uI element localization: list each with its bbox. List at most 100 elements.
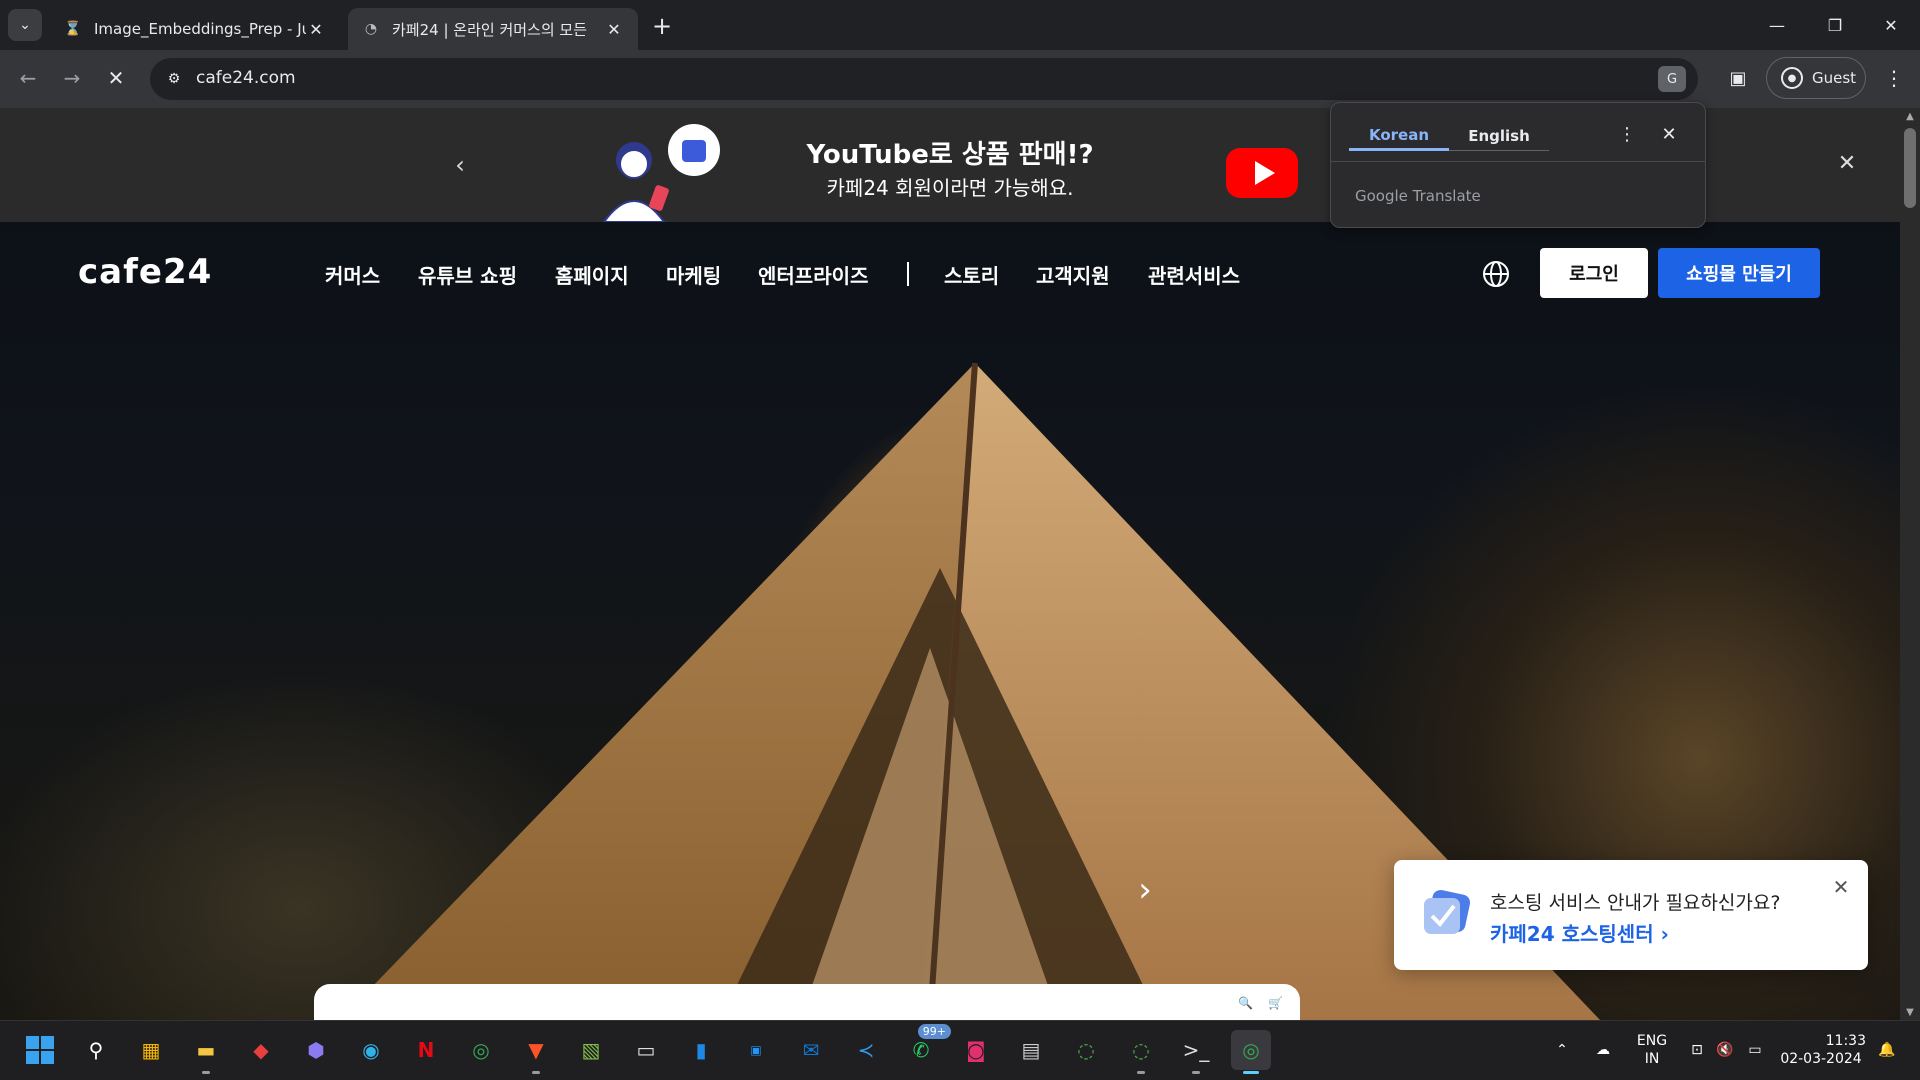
globe-icon[interactable] (1482, 260, 1510, 288)
chevron-down-icon: ⌄ (19, 17, 31, 33)
hosting-help-popup: 호스팅 서비스 안내가 필요하신가요? 카페24 호스팅센터 › ✕ (1394, 860, 1868, 970)
translate-target-tab[interactable]: English (1449, 121, 1549, 151)
app-window-icon[interactable]: ▤ (1011, 1030, 1051, 1070)
banner-title: YouTube로 상품 판매!? (806, 140, 1094, 170)
tab-strip: ⌄ ⌛ Image_Embeddings_Prep - Jupy ✕ ◔ 카페2… (0, 0, 1920, 50)
nav-youtube-shopping[interactable]: 유튜브 쇼핑 (418, 260, 517, 289)
brave-icon[interactable]: ▼ (516, 1030, 556, 1074)
chevron-right-icon[interactable]: › (1132, 870, 1158, 910)
close-window-button[interactable]: ✕ (1862, 0, 1920, 50)
scroll-down-icon[interactable]: ▼ (1900, 1004, 1920, 1020)
close-icon: ✕ (107, 66, 125, 90)
translate-close-icon[interactable]: ✕ (1657, 121, 1681, 147)
address-bar[interactable]: ⚙ cafe24.com G (150, 58, 1698, 100)
outlook-icon[interactable]: ✉ (791, 1030, 831, 1070)
lang-line1: ENG (1636, 1033, 1668, 1049)
scroll-thumb[interactable] (1904, 128, 1916, 208)
chrome-active-icon[interactable]: ◎ (1231, 1030, 1271, 1074)
clock[interactable]: 11:33 02-03-2024 (1776, 1020, 1866, 1080)
spinner-app-2-icon[interactable]: ◌ (1121, 1030, 1161, 1074)
banner-close-icon[interactable]: ✕ (1834, 150, 1860, 176)
netflix-icon[interactable]: N (406, 1030, 446, 1070)
create-store-button[interactable]: 쇼핑몰 만들기 (1658, 248, 1820, 298)
nav-support[interactable]: 고객지원 (1036, 260, 1110, 289)
translate-brand: Google Translate (1355, 187, 1481, 205)
network-icon[interactable]: ⊡ (1684, 1020, 1710, 1080)
arrow-right-icon: → (63, 66, 81, 90)
back-button[interactable]: ← (12, 62, 44, 94)
divider (1331, 161, 1705, 162)
spinner-app-icon[interactable]: ◌ (1066, 1030, 1106, 1070)
translate-source-tab[interactable]: Korean (1349, 121, 1449, 151)
hosting-center-link[interactable]: 카페24 호스팅센터 › (1490, 918, 1669, 947)
image-viewer-icon[interactable]: ▧ (571, 1030, 611, 1070)
chevron-right-icon: › (1660, 922, 1669, 946)
windows-app-icon[interactable]: ▮ (681, 1030, 721, 1070)
instagram-icon[interactable]: ◙ (956, 1030, 996, 1070)
hosting-close-icon[interactable]: ✕ (1830, 875, 1852, 899)
restore-button[interactable]: ❐ (1806, 0, 1864, 50)
nav-story[interactable]: 스토리 (944, 260, 999, 289)
stop-button[interactable]: ✕ (100, 62, 132, 94)
volume-muted-icon[interactable]: 🔇 (1712, 1020, 1738, 1080)
chevron-left-icon[interactable]: ‹ (448, 150, 472, 180)
vscode-icon[interactable]: ≺ (846, 1030, 886, 1070)
close-tab-icon[interactable]: ✕ (604, 20, 624, 39)
page-scrollbar[interactable]: ▲ ▼ (1900, 108, 1920, 1020)
scroll-up-icon[interactable]: ▲ (1900, 108, 1920, 124)
nav-marketing[interactable]: 마케팅 (666, 260, 721, 289)
copilot-icon[interactable]: ⬢ (296, 1030, 336, 1070)
whatsapp-badge: 99+ (917, 1024, 951, 1039)
nav-homepage[interactable]: 홈페이지 (555, 260, 629, 289)
chrome-icon[interactable]: ◎ (461, 1030, 501, 1070)
whatsapp-icon[interactable]: ✆ 99+ (901, 1024, 951, 1070)
language-indicator[interactable]: ENG IN (1630, 1020, 1674, 1080)
onedrive-icon[interactable]: ☁ (1588, 1020, 1618, 1080)
nav-related-services[interactable]: 관련서비스 (1148, 260, 1240, 289)
tab-search-button[interactable]: ⌄ (8, 9, 42, 41)
store-icon[interactable]: ▦ (131, 1030, 171, 1070)
banner-subtitle: 카페24 회원이라면 가능해요. (826, 176, 1074, 200)
cafe24-logo[interactable]: cafe24 (78, 252, 212, 292)
browser-menu-icon[interactable]: ⋮ (1882, 64, 1906, 92)
tab-jupyter[interactable]: ⌛ Image_Embeddings_Prep - Jupy ✕ (50, 8, 340, 50)
url-text[interactable]: cafe24.com (196, 68, 296, 88)
tab-cafe24[interactable]: ◔ 카페24 | 온라인 커머스의 모든 ✕ (348, 8, 638, 50)
prime-video-icon[interactable]: ▣ (736, 1030, 776, 1070)
hosting-question: 호스팅 서비스 안내가 필요하신가요? (1490, 892, 1781, 914)
more-options-icon[interactable]: ⋮ (1615, 121, 1639, 147)
date-text: 02-03-2024 (1780, 1051, 1862, 1067)
battery-icon[interactable]: ▭ (1742, 1020, 1768, 1080)
terminal-window-icon[interactable]: ▭ (626, 1030, 666, 1070)
new-tab-button[interactable]: + (648, 12, 676, 40)
nav-commerce[interactable]: 커머스 (325, 260, 380, 289)
chevron-up-icon[interactable]: ⌃ (1550, 1020, 1574, 1080)
search-icon[interactable]: 🔍 (1238, 996, 1253, 1010)
minimize-button[interactable]: — (1748, 0, 1806, 50)
close-tab-icon[interactable]: ✕ (306, 20, 326, 39)
tab-title: Image_Embeddings_Prep - Jupy (94, 20, 306, 38)
notification-bell-icon[interactable]: 🔔 (1874, 1020, 1900, 1080)
translate-popup: Korean English ⋮ ✕ Google Translate (1330, 102, 1706, 228)
windows-start-icon[interactable] (20, 1030, 60, 1070)
forward-button[interactable]: → (56, 62, 88, 94)
search-icon[interactable]: ⚲ (76, 1030, 116, 1070)
side-panel-icon[interactable]: ▣ (1724, 64, 1752, 92)
anydesk-icon[interactable]: ◆ (241, 1030, 281, 1070)
translate-icon[interactable]: G (1658, 66, 1686, 92)
terminal-icon[interactable]: >_ (1176, 1030, 1216, 1074)
time-text: 11:33 (1825, 1033, 1866, 1049)
bottom-search-bar[interactable]: 🔍 🛒 (314, 984, 1300, 1020)
cart-icon[interactable]: 🛒 (1268, 996, 1283, 1010)
site-header: cafe24 커머스 유튜브 쇼핑 홈페이지 마케팅 엔터프라이즈 스토리 고객… (0, 222, 1900, 312)
hourglass-icon: ⌛ (64, 21, 82, 37)
edge-icon[interactable]: ◉ (351, 1030, 391, 1070)
file-explorer-icon[interactable]: ▬ (186, 1030, 226, 1074)
tab-title: 카페24 | 온라인 커머스의 모든 (392, 20, 588, 39)
site-info-icon[interactable]: ⚙ (164, 69, 184, 89)
nav-divider (907, 262, 909, 286)
hosting-link-label: 카페24 호스팅센터 (1490, 922, 1654, 946)
profile-button[interactable]: ● Guest (1766, 57, 1866, 99)
login-button[interactable]: 로그인 (1540, 248, 1648, 298)
nav-enterprise[interactable]: 엔터프라이즈 (758, 260, 868, 289)
